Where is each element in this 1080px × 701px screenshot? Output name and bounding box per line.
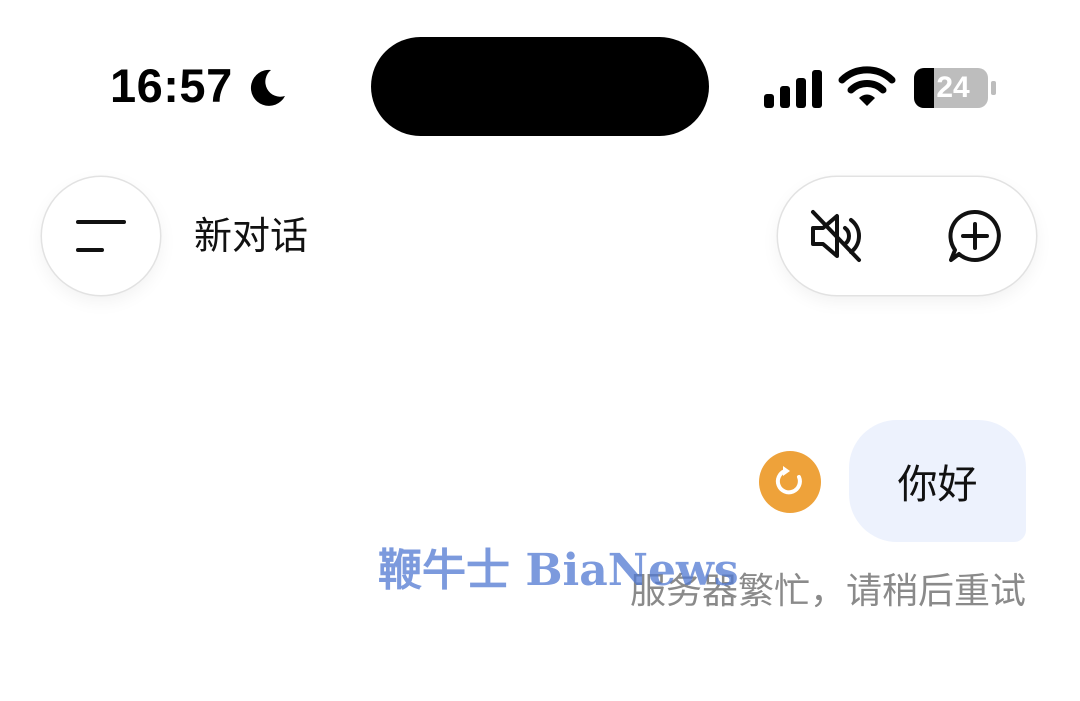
battery-level: 24	[936, 71, 970, 104]
new-chat-plus-icon	[948, 209, 1001, 262]
status-time: 16:57	[110, 59, 233, 112]
chat-title: 新对话	[194, 214, 309, 258]
moon-icon	[250, 69, 285, 106]
header-actions	[778, 177, 1036, 295]
speaker-muted-icon	[811, 210, 861, 262]
watermark: 鞭牛士 BiaNews	[378, 545, 739, 596]
menu-button[interactable]	[42, 177, 160, 295]
menu-icon	[76, 220, 126, 252]
user-message-text: 你好	[897, 462, 978, 508]
user-message-bubble: 你好	[849, 420, 1026, 542]
retry-icon	[775, 466, 802, 495]
dynamic-island	[371, 37, 709, 136]
new-chat-button[interactable]	[944, 205, 1006, 267]
cellular-signal-icon	[764, 70, 822, 108]
status-bar: 16:57 24	[0, 0, 1080, 170]
wifi-icon	[838, 66, 896, 106]
mute-button[interactable]	[806, 205, 868, 267]
retry-button[interactable]	[759, 451, 821, 513]
